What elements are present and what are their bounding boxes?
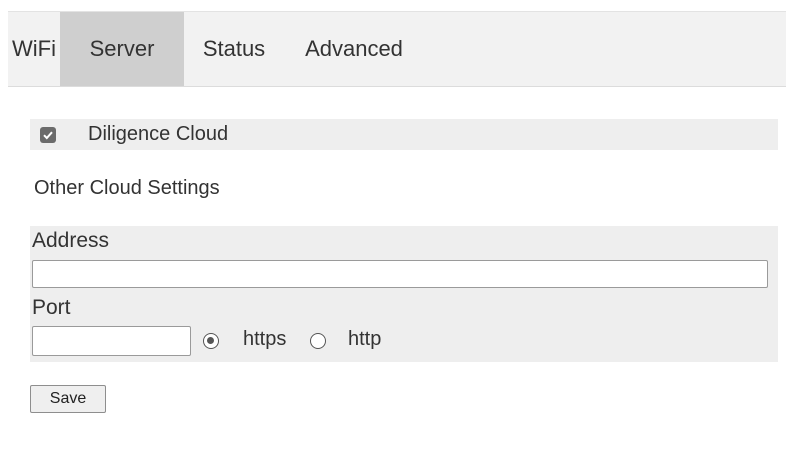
http-radio[interactable]: [310, 333, 326, 349]
diligence-cloud-row: Diligence Cloud: [30, 119, 778, 150]
address-input[interactable]: [32, 260, 768, 288]
diligence-cloud-checkbox[interactable]: [40, 126, 56, 143]
tab-status[interactable]: Status: [184, 12, 284, 86]
port-input[interactable]: [32, 326, 191, 356]
tab-server[interactable]: Server: [60, 12, 184, 86]
https-label: https: [243, 328, 287, 350]
tab-bar: WiFi Server Status Advanced: [8, 11, 786, 87]
other-cloud-form: Address Port https http: [30, 226, 778, 362]
checkmark-icon: [43, 131, 53, 139]
other-cloud-settings-title: Other Cloud Settings: [34, 177, 220, 199]
tab-advanced[interactable]: Advanced: [284, 12, 424, 86]
tab-wifi[interactable]: WiFi: [8, 12, 60, 86]
diligence-cloud-label: Diligence Cloud: [88, 123, 229, 145]
http-label: http: [348, 328, 382, 350]
save-button[interactable]: Save: [30, 385, 106, 413]
port-label: Port: [32, 296, 71, 319]
address-label: Address: [32, 229, 110, 252]
https-radio[interactable]: [203, 333, 219, 349]
